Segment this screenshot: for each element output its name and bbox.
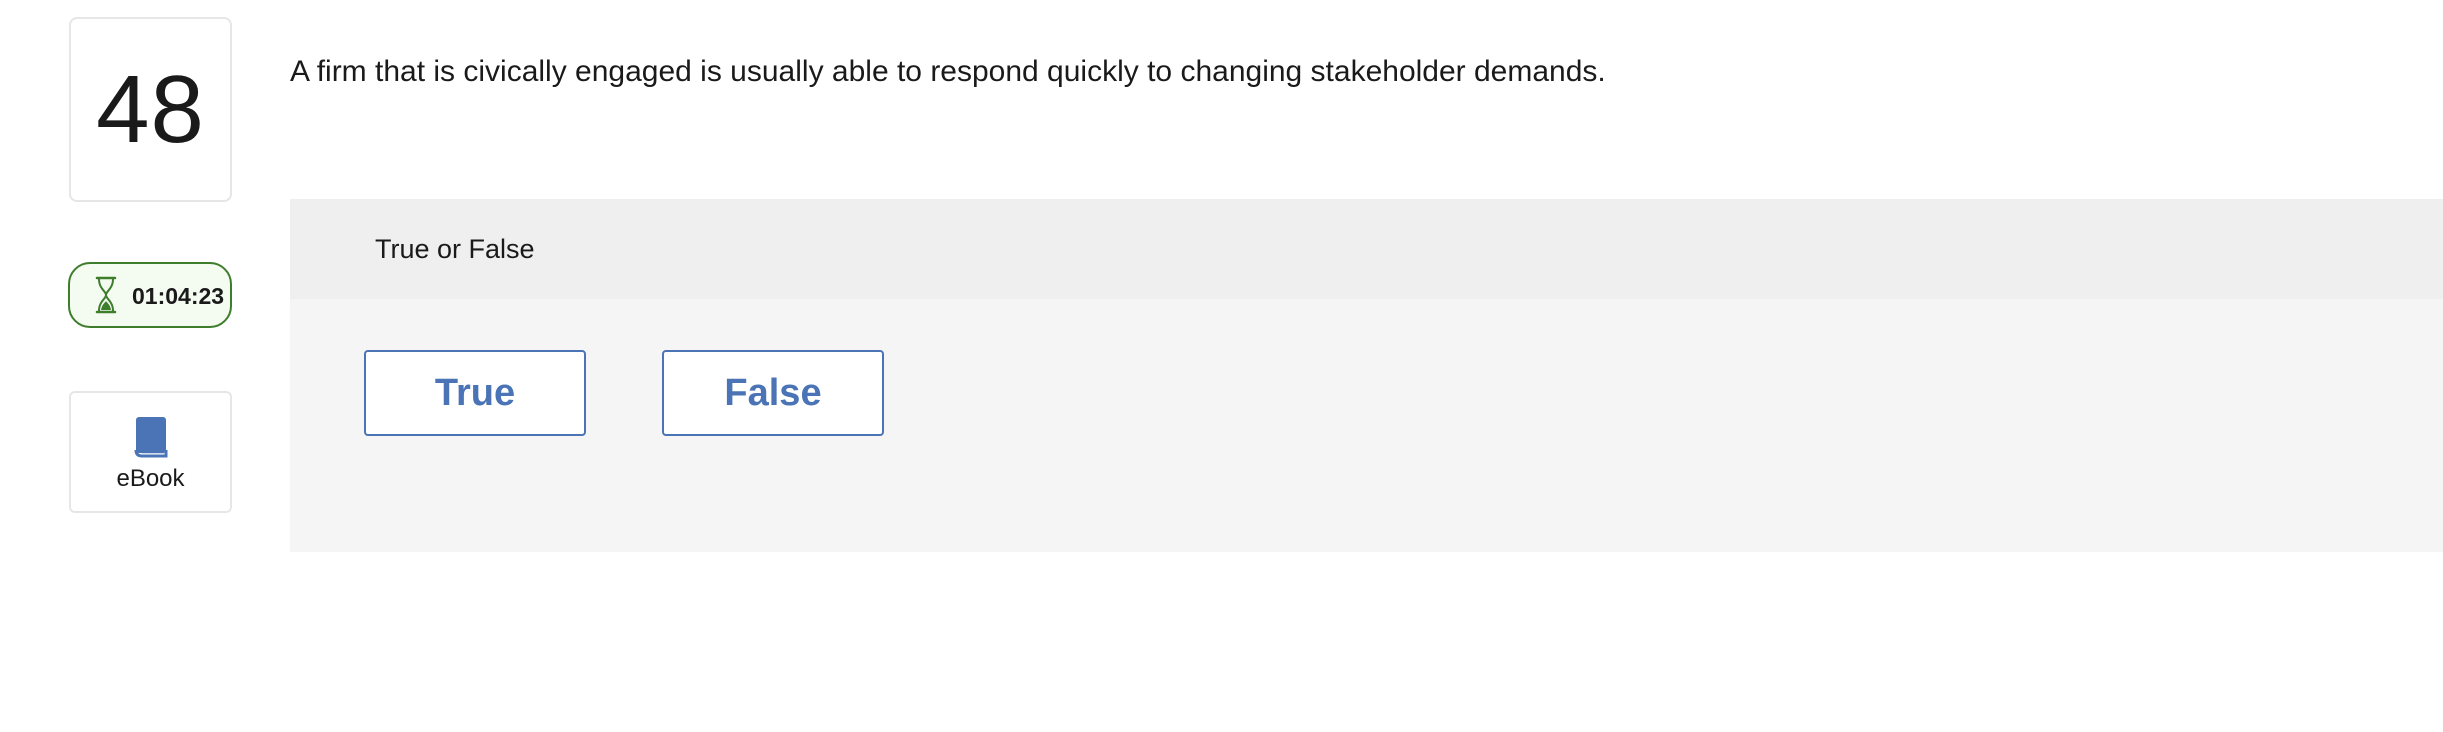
hourglass-icon: [92, 275, 120, 315]
question-type-label: True or False: [375, 233, 535, 264]
answer-panel: True or False True False: [290, 199, 2443, 552]
timer-time: 01:04:23: [132, 282, 225, 309]
quiz-page: 48 01:04:23 eBook A firm that is civical…: [0, 0, 2443, 732]
true-button[interactable]: True: [364, 350, 586, 436]
answer-panel-header: True or False: [290, 199, 2443, 299]
book-icon: [131, 415, 171, 459]
ebook-button[interactable]: eBook: [69, 391, 232, 513]
false-button[interactable]: False: [662, 350, 884, 436]
answer-choices: True False: [364, 350, 884, 436]
question-number-card: 48: [69, 17, 232, 202]
ebook-label: eBook: [116, 465, 185, 492]
question-number: 48: [96, 55, 205, 163]
timer-badge[interactable]: 01:04:23: [68, 262, 232, 328]
question-text: A firm that is civically engaged is usua…: [290, 55, 1606, 88]
